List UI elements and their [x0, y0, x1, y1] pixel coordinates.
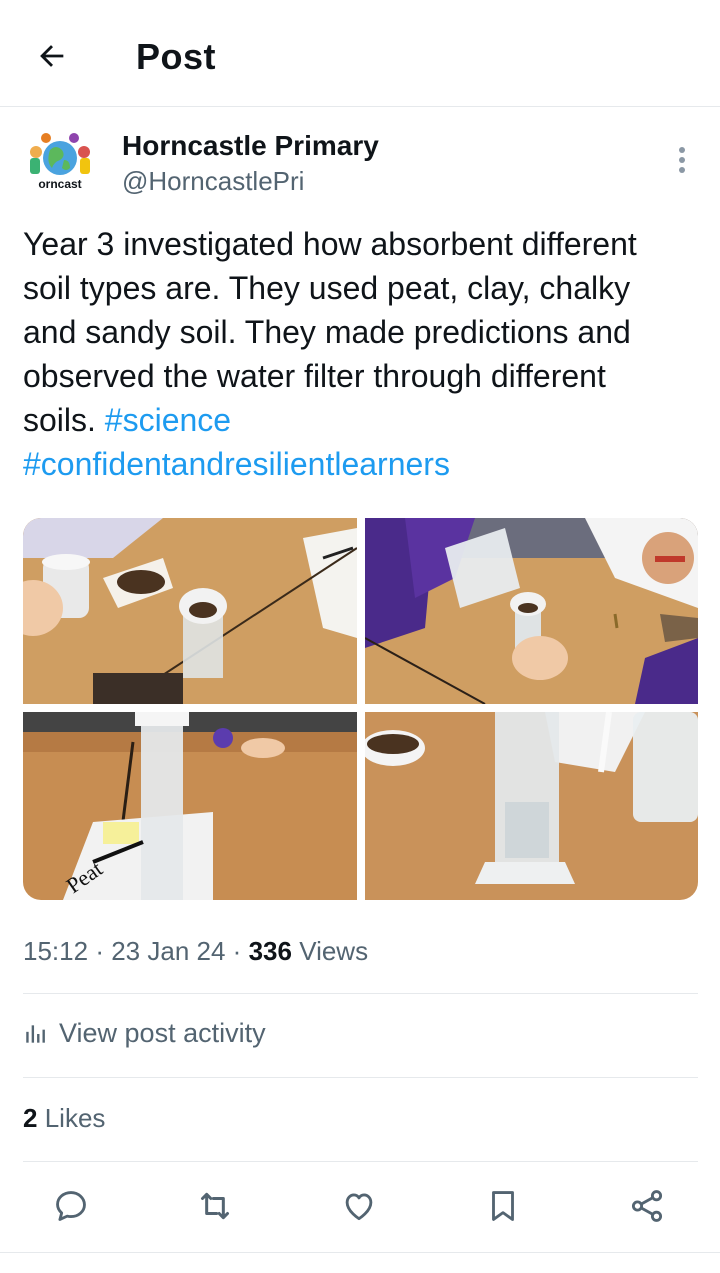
- like-icon: [345, 1193, 373, 1221]
- post-text: Year 3 investigated how absorbent differ…: [23, 222, 683, 486]
- hashtag-confidentandresilientlearners[interactable]: #confidentandresilientlearners: [23, 446, 450, 482]
- post-time: 15:12: [23, 936, 89, 966]
- bookmark-icon: [492, 1191, 514, 1221]
- reply-icon: [56, 1191, 86, 1221]
- meta-separator: ·: [95, 936, 104, 966]
- views-label: Views: [299, 936, 369, 966]
- share-icon: [631, 1190, 663, 1222]
- top-bar: Post: [0, 0, 720, 107]
- likes-label: Likes: [44, 1103, 106, 1133]
- divider: [23, 993, 698, 994]
- share-button[interactable]: [619, 1178, 675, 1234]
- view-post-activity-link[interactable]: View post activity: [23, 1018, 266, 1049]
- meta-separator-2: ·: [232, 936, 242, 966]
- arrow-left-icon: [40, 45, 64, 67]
- hashtag-science[interactable]: #science: [105, 402, 231, 438]
- bookmark-button[interactable]: [475, 1178, 531, 1234]
- author-name[interactable]: Horncastle Primary: [122, 130, 379, 162]
- action-bar: [0, 1178, 720, 1238]
- soil-filter-photo-2[interactable]: [365, 518, 698, 704]
- back-button[interactable]: [30, 34, 74, 78]
- repost-button[interactable]: [187, 1178, 243, 1234]
- divider: [23, 1077, 698, 1078]
- reply-button[interactable]: [43, 1178, 99, 1234]
- author-handle[interactable]: @HorncastlePri: [122, 166, 304, 197]
- soil-filter-photo-4[interactable]: [365, 712, 698, 900]
- likes-count: 2: [23, 1103, 38, 1133]
- repost-icon: [201, 1192, 229, 1220]
- more-vertical-icon: [679, 147, 685, 173]
- divider: [23, 1161, 698, 1162]
- post-meta: 15:12 · 23 Jan 24 · 336 Views: [23, 936, 368, 967]
- analytics-icon: [26, 1024, 45, 1043]
- likes-summary[interactable]: 2 Likes: [23, 1103, 105, 1134]
- more-options-button[interactable]: [666, 140, 698, 180]
- soil-filter-photo-1[interactable]: [23, 518, 357, 704]
- avatar[interactable]: orncast: [22, 128, 98, 204]
- like-button[interactable]: [331, 1178, 387, 1234]
- photo-grid: Peat: [23, 518, 698, 900]
- divider: [0, 1252, 720, 1253]
- svg-text:orncast: orncast: [38, 177, 81, 191]
- school-logo: orncast: [30, 133, 90, 191]
- view-post-activity-label: View post activity: [59, 1018, 266, 1048]
- post-date: 23 Jan 24: [111, 936, 226, 966]
- views-count: 336: [248, 936, 292, 966]
- page-title: Post: [136, 36, 217, 77]
- soil-filter-photo-3[interactable]: Peat: [23, 712, 357, 900]
